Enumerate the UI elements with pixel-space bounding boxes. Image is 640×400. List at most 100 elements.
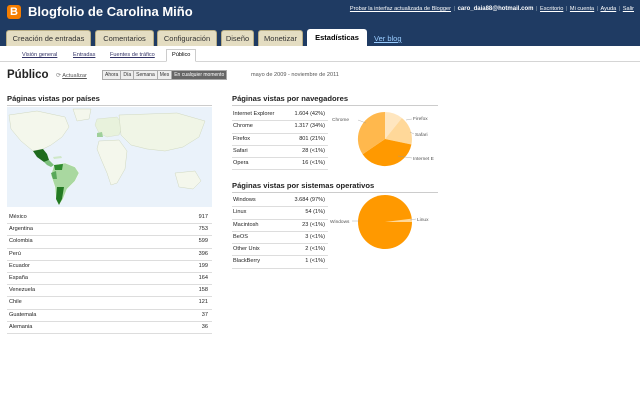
browsers-table: Internet Explorer 1.604 (42%) Chrome 1.317… <box>232 109 328 171</box>
table-row: Internet Explorer 1.604 (42%) <box>232 109 328 122</box>
range-day-button[interactable]: Día <box>121 71 135 79</box>
refresh-button[interactable]: ⟳ Actualizar <box>56 72 87 79</box>
subtab-posts[interactable]: Entradas <box>73 52 95 58</box>
help-link[interactable]: Ayuda <box>600 6 616 12</box>
world-map-graphic <box>7 107 212 207</box>
table-row: BeOS 3 (<1%) <box>232 232 328 245</box>
tab-monetize[interactable]: Monetizar <box>258 30 303 46</box>
subtab-overview[interactable]: Visión general <box>22 52 57 58</box>
country-value: 121 <box>198 299 208 306</box>
world-map[interactable] <box>7 107 212 207</box>
table-row: Chile 121 <box>7 297 212 310</box>
country-value: 396 <box>198 250 208 257</box>
table-row: Macintosh 23 (<1%) <box>232 220 328 232</box>
table-row: Linux 54 (1%) <box>232 207 328 220</box>
try-new-interface-link[interactable]: Probar la interfaz actualizada de Blogge… <box>350 6 451 12</box>
table-row: Other Unix 2 (<1%) <box>232 244 328 257</box>
os-value: 3.684 (97%) <box>294 197 325 203</box>
country-value: 599 <box>198 238 208 245</box>
range-week-button[interactable]: Semana <box>134 71 158 79</box>
table-row: BlackBerry 1 (<1%) <box>232 256 328 269</box>
os-name: Other Unix <box>233 246 260 253</box>
refresh-icon: ⟳ <box>56 73 62 79</box>
browser-name: Opera <box>233 160 249 167</box>
os-value: 2 (<1%) <box>305 246 325 253</box>
country-name: Guatemala <box>9 311 37 318</box>
os-name: Windows <box>233 197 256 203</box>
browser-name: Chrome <box>233 123 253 130</box>
os-pie-chart: Windows Linux <box>330 195 429 249</box>
tab-comments[interactable]: Comentarios <box>95 30 154 46</box>
dashboard-link[interactable]: Escritorio <box>540 6 563 12</box>
tab-design[interactable]: Diseño <box>221 30 254 46</box>
country-value: 37 <box>201 311 208 318</box>
table-row: Argentina 753 <box>7 224 212 237</box>
table-row: Safari 28 (<1%) <box>232 146 328 159</box>
tab-settings[interactable]: Configuración <box>157 30 217 46</box>
os-name: Macintosh <box>233 221 259 228</box>
logout-link[interactable]: Salir <box>623 6 634 12</box>
country-value: 158 <box>198 287 208 294</box>
range-now-button[interactable]: Ahora <box>103 71 122 79</box>
os-value: 23 (<1%) <box>302 221 325 228</box>
browser-value: 1.317 (34%) <box>294 123 325 130</box>
countries-table: México 917 Argentina 753 Colombia 599 Perú 3… <box>7 212 212 334</box>
os-table: Windows 3.684 (97%) Linux 54 (1%) Macintos… <box>232 195 328 269</box>
refresh-label: Actualizar <box>62 73 87 79</box>
country-name: Colombia <box>9 238 33 245</box>
os-name: Linux <box>233 209 247 216</box>
browser-name: Safari <box>233 147 248 154</box>
tab-posting[interactable]: Creación de entradas <box>6 30 91 46</box>
os-name: BeOS <box>233 233 248 240</box>
browser-name: Firefox <box>233 135 251 142</box>
blog-title: Blogfolio de Carolina Miño <box>28 4 193 19</box>
browser-value: 16 (<1%) <box>302 160 325 167</box>
country-name: Chile <box>9 299 22 306</box>
country-name: Argentina <box>9 226 33 233</box>
os-value: 3 (<1%) <box>305 233 325 240</box>
table-row: Chrome 1.317 (34%) <box>232 121 328 134</box>
top-bar: B Blogfolio de Carolina Miño Probar la i… <box>0 0 640 25</box>
table-row: Alemania 36 <box>7 322 212 334</box>
pie-label-linux: Linux <box>417 217 429 223</box>
country-name: Alemania <box>9 323 33 330</box>
account-link[interactable]: Mi cuenta <box>570 6 594 12</box>
pie-label-firefox: Firefox <box>413 116 428 122</box>
os-value: 1 (<1%) <box>305 258 325 265</box>
page-title: Público <box>7 69 49 81</box>
country-value: 917 <box>198 214 208 220</box>
pie-label-ie: Internet E <box>413 156 434 162</box>
pie-label-windows: Windows <box>330 219 350 225</box>
table-row: Firefox 801 (21%) <box>232 134 328 146</box>
browser-value: 1.604 (42%) <box>294 111 325 117</box>
blogger-logo-icon[interactable]: B <box>7 5 21 19</box>
table-row: Ecuador 199 <box>7 261 212 273</box>
pie-label-safari: Safari <box>415 132 428 138</box>
subtab-traffic-sources[interactable]: Fuentes de tráfico <box>110 52 155 58</box>
browser-value: 801 (21%) <box>299 135 325 142</box>
country-value: 164 <box>198 274 208 281</box>
main-tabs: Creación de entradas Comentarios Configu… <box>0 25 640 46</box>
sub-tabs: Visión general Entradas Fuentes de tráfi… <box>0 46 640 62</box>
table-row: Venezuela 158 <box>7 285 212 298</box>
range-alltime-button[interactable]: En cualquier momento <box>172 71 227 79</box>
table-row: México 917 <box>7 212 212 225</box>
subtab-audience[interactable]: Público <box>166 49 197 62</box>
browser-value: 28 (<1%) <box>302 147 325 154</box>
country-name: Venezuela <box>9 287 36 294</box>
view-blog-link[interactable]: Ver blog <box>374 34 402 43</box>
country-name: España <box>9 274 28 281</box>
pie-label-chrome: Chrome <box>332 117 349 123</box>
os-heading: Páginas vistas por sistemas operativos <box>232 181 438 193</box>
browsers-heading: Páginas vistas por navegadores <box>232 94 438 106</box>
country-value: 753 <box>198 226 208 233</box>
tab-stats[interactable]: Estadísticas <box>307 29 367 46</box>
table-row: Guatemala 37 <box>7 310 212 322</box>
range-month-button[interactable]: Mes <box>157 71 173 79</box>
table-row: Windows 3.684 (97%) <box>232 195 328 208</box>
country-name: México <box>9 214 27 220</box>
top-links: Probar la interfaz actualizada de Blogge… <box>349 6 634 12</box>
os-value: 54 (1%) <box>305 209 325 216</box>
date-range: mayo de 2009 - noviembre de 2011 <box>251 72 339 78</box>
os-name: BlackBerry <box>233 258 261 265</box>
